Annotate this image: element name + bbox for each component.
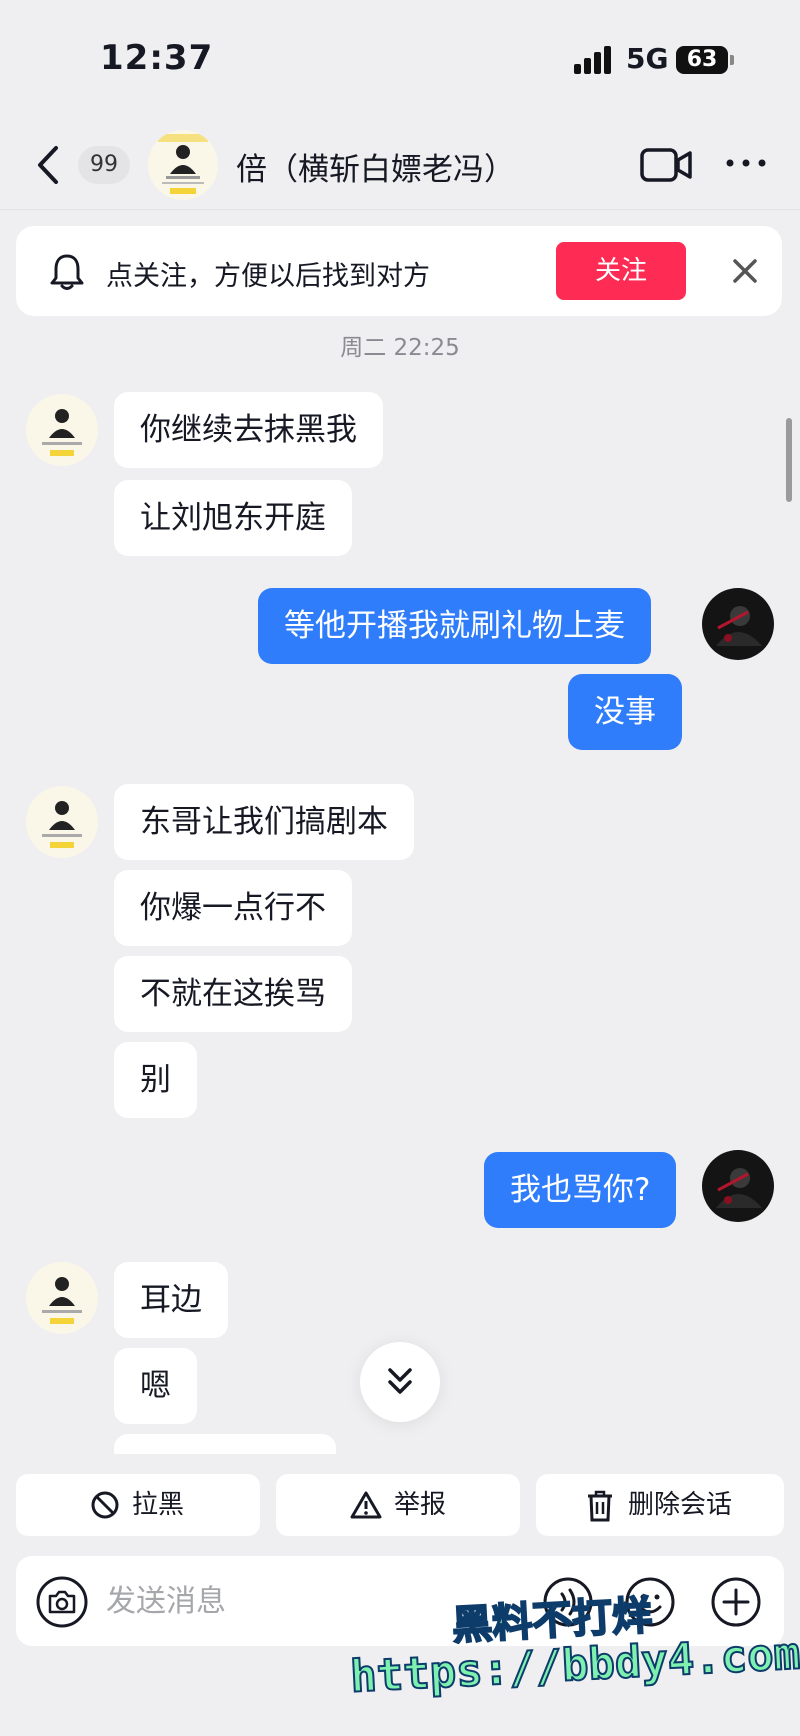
conversation-action-bar: 拉黑 举报 删除会话 — [0, 1454, 800, 1550]
message-bubble-incoming[interactable]: 耳边 — [114, 1262, 228, 1338]
more-options-icon[interactable] — [724, 148, 768, 178]
my-avatar — [702, 588, 774, 660]
message-bubble-incoming[interactable]: 别 — [114, 1042, 197, 1118]
message-bubble-outgoing[interactable]: 没事 — [568, 674, 682, 750]
bell-icon — [50, 254, 84, 290]
delete-conversation-label: 删除会话 — [628, 1490, 733, 1520]
delete-conversation-button[interactable]: 删除会话 — [536, 1474, 784, 1536]
chat-header: 99 倍（横斩白嫖老冯） — [0, 118, 800, 210]
message-bubble-outgoing[interactable]: 等他开播我就刷礼物上麦 — [258, 588, 651, 664]
report-button[interactable]: 举报 — [276, 1474, 520, 1536]
message-bubble-incoming[interactable]: 东哥让我们搞剧本 — [114, 784, 414, 860]
status-bar: 12:37 5G 63 — [0, 0, 800, 110]
message-bubble-incoming[interactable]: 你继续去抹黑我 — [114, 392, 383, 468]
double-chevron-down-icon — [388, 1368, 412, 1394]
my-avatar — [702, 1150, 774, 1222]
message-bubble-outgoing[interactable]: 我也骂你? — [484, 1152, 677, 1228]
scroll-to-bottom-button[interactable] — [360, 1342, 440, 1422]
message-input-bar — [16, 1556, 784, 1646]
unread-count-badge[interactable]: 99 — [78, 146, 130, 184]
contact-avatar-small — [26, 786, 98, 858]
follow-button[interactable]: 关注 — [556, 242, 686, 300]
message-bubble-incoming[interactable]: 让刘旭东开庭 — [114, 480, 352, 556]
close-icon[interactable] — [726, 252, 764, 290]
report-label: 举报 — [394, 1490, 447, 1520]
follow-prompt-text: 点关注，方便以后找到对方 — [106, 261, 430, 292]
video-call-icon[interactable] — [640, 146, 692, 184]
contact-name: 倍（横斩白嫖老冯） — [236, 152, 515, 188]
status-time: 12:37 — [100, 38, 214, 78]
battery-icon: 63 — [676, 46, 734, 74]
warning-icon — [350, 1491, 382, 1519]
message-bubble-incoming-partial — [114, 1434, 336, 1454]
camera-icon[interactable] — [36, 1576, 88, 1628]
message-bubble-incoming[interactable]: 不就在这挨骂 — [114, 956, 352, 1032]
block-label: 拉黑 — [132, 1490, 185, 1520]
contact-avatar-small — [26, 1262, 98, 1334]
message-bubble-incoming[interactable]: 你爆一点行不 — [114, 870, 352, 946]
trash-icon — [588, 1490, 612, 1522]
message-bubble-incoming[interactable]: 嗯 — [114, 1348, 197, 1424]
signal-icon — [574, 46, 614, 74]
network-type: 5G — [626, 42, 669, 75]
add-icon[interactable] — [710, 1576, 762, 1628]
back-arrow-icon[interactable] — [30, 142, 70, 188]
block-icon — [91, 1491, 119, 1519]
contact-avatar[interactable] — [148, 130, 218, 200]
contact-avatar-small — [26, 394, 98, 466]
follow-banner: 点关注，方便以后找到对方 关注 — [16, 226, 782, 316]
block-button[interactable]: 拉黑 — [16, 1474, 260, 1536]
message-timestamp: 周二 22:25 — [340, 335, 460, 361]
scrollbar[interactable] — [786, 418, 792, 502]
